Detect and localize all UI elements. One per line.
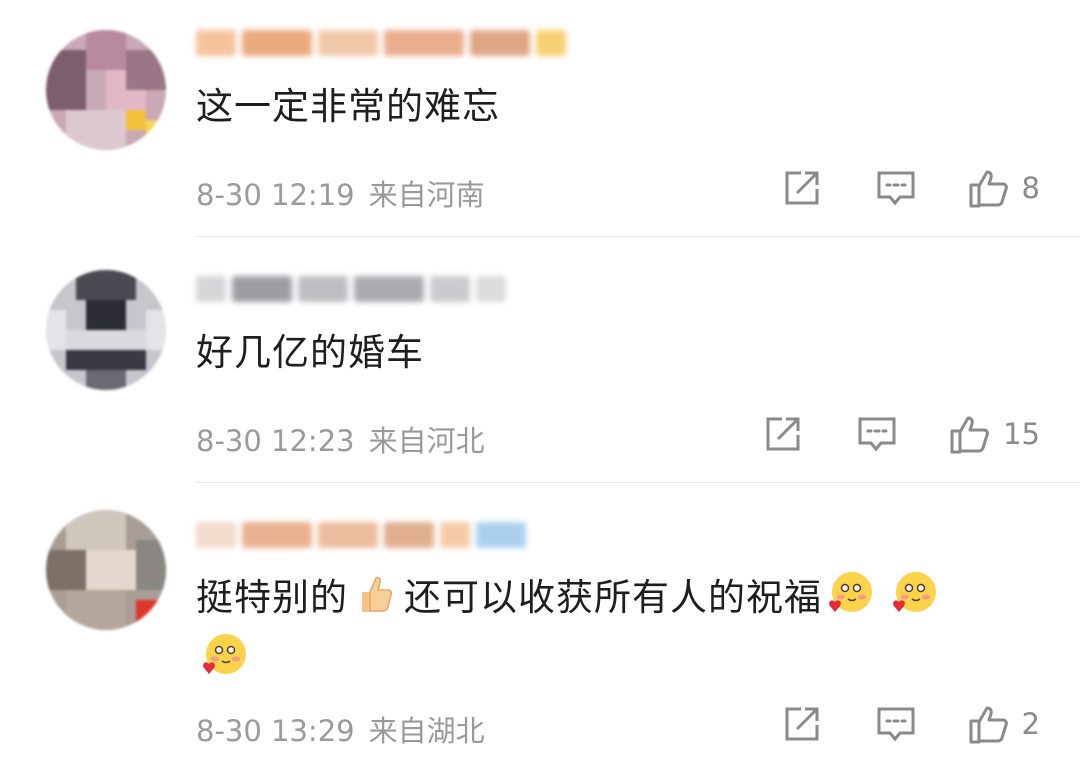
avatar[interactable] xyxy=(46,510,166,630)
reply-button[interactable] xyxy=(876,704,916,744)
share-icon xyxy=(785,171,819,205)
comment-text: 好几亿的婚车 xyxy=(196,331,424,374)
thumbs-up-icon xyxy=(969,170,1008,208)
username-redacted[interactable] xyxy=(196,30,576,64)
comment-actions: 2 xyxy=(782,704,1040,744)
blushing-heart-emoji xyxy=(888,568,940,620)
divider xyxy=(196,236,1080,237)
comment-actions: 8 xyxy=(782,168,1040,208)
avatar[interactable] xyxy=(46,270,166,390)
share-button[interactable] xyxy=(763,414,803,454)
comment-location: 来自湖北 xyxy=(368,714,485,748)
divider xyxy=(196,482,1080,483)
like-count: 15 xyxy=(1003,417,1040,451)
username-redacted[interactable] xyxy=(196,276,576,310)
like-button[interactable]: 2 xyxy=(968,704,1040,744)
comment-text-part: 挺特别的 xyxy=(196,576,348,619)
share-button[interactable] xyxy=(782,168,822,208)
comment-text: 挺特别的 还可以收获所有人的祝福 xyxy=(196,568,1036,627)
share-icon xyxy=(766,417,800,451)
like-count: 2 xyxy=(1021,707,1040,741)
thumbs-up-icon xyxy=(950,416,989,454)
like-button[interactable]: 8 xyxy=(968,168,1040,208)
share-icon xyxy=(785,707,819,741)
reply-button[interactable] xyxy=(876,168,916,208)
comment-icon xyxy=(877,707,915,742)
comment-date: 8-30 12:19 xyxy=(196,178,355,212)
username-redacted[interactable] xyxy=(196,522,576,556)
comment-text: 这一定非常的难忘 xyxy=(196,85,500,128)
comment-icon xyxy=(858,417,896,452)
comment-date: 8-30 12:23 xyxy=(196,424,355,458)
comment-meta: 8-30 13:29 来自湖北 xyxy=(196,708,485,750)
like-count: 8 xyxy=(1021,171,1040,205)
thumbs-up-emoji xyxy=(354,572,398,616)
blushing-heart-emoji xyxy=(198,630,250,682)
blushing-heart-emoji xyxy=(824,568,876,620)
comment-date: 8-30 13:29 xyxy=(196,714,355,748)
reply-button[interactable] xyxy=(857,414,897,454)
comment-actions: 15 xyxy=(763,414,1040,454)
comment-location: 来自河南 xyxy=(368,178,485,212)
share-button[interactable] xyxy=(782,704,822,744)
like-button[interactable]: 15 xyxy=(949,414,1040,454)
comment-text-wrap xyxy=(196,630,252,682)
comment-location: 来自河北 xyxy=(368,424,485,458)
comment-text-part: 还可以收获所有人的祝福 xyxy=(404,576,822,619)
comment-meta: 8-30 12:23 来自河北 xyxy=(196,418,485,460)
comment-icon xyxy=(877,171,915,206)
comment-meta: 8-30 12:19 来自河南 xyxy=(196,172,485,214)
avatar[interactable] xyxy=(46,30,166,150)
thumbs-up-icon xyxy=(969,706,1008,744)
